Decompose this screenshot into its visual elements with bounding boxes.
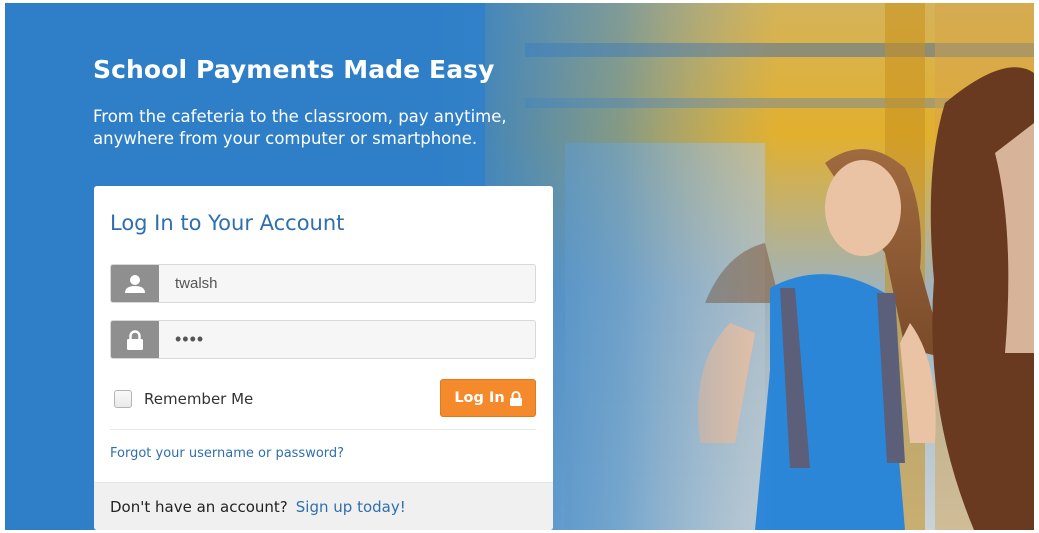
password-input[interactable] bbox=[159, 321, 535, 358]
user-icon bbox=[111, 265, 159, 302]
username-field bbox=[110, 264, 536, 303]
remember-me-checkbox[interactable] bbox=[114, 390, 132, 408]
remember-me[interactable]: Remember Me bbox=[114, 390, 253, 408]
signup-footer: Don't have an account? Sign up today! bbox=[94, 482, 553, 530]
remember-me-label: Remember Me bbox=[144, 390, 254, 408]
card-divider bbox=[110, 429, 536, 430]
username-input[interactable] bbox=[159, 265, 535, 302]
no-account-text: Don't have an account? bbox=[110, 497, 288, 516]
login-card-title: Log In to Your Account bbox=[110, 211, 345, 235]
signup-link[interactable]: Sign up today! bbox=[296, 498, 406, 516]
hero-title: School Payments Made Easy bbox=[93, 55, 495, 84]
password-field bbox=[110, 320, 536, 359]
forgot-credentials-link[interactable]: Forgot your username or password? bbox=[110, 446, 344, 461]
login-button-label: Log In bbox=[454, 390, 505, 406]
login-card: Log In to Your Account Remember Me bbox=[94, 186, 553, 530]
lock-icon bbox=[509, 390, 522, 406]
hero-subtitle: From the cafeteria to the classroom, pay… bbox=[93, 107, 507, 148]
login-button[interactable]: Log In bbox=[440, 379, 536, 417]
hero-banner: School Payments Made Easy From the cafet… bbox=[5, 3, 1034, 530]
lock-icon bbox=[111, 321, 159, 358]
